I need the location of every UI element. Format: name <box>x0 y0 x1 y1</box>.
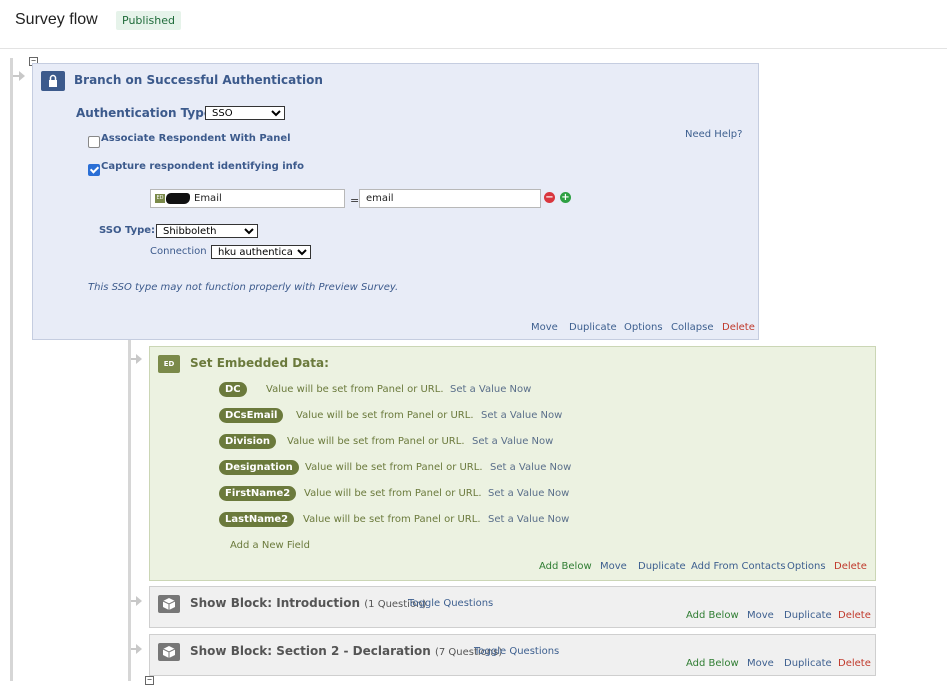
toggle-questions-link[interactable]: Toggle Questions <box>408 598 493 609</box>
embedded-data-title: Set Embedded Data: <box>190 356 329 370</box>
equals-sign: = <box>350 194 360 207</box>
sso-preview-note: This SSO type may not function properly … <box>88 282 399 293</box>
set-value-link[interactable]: Set a Value Now <box>481 410 562 421</box>
delete-button[interactable]: Delete <box>838 658 871 669</box>
block-element-introduction: Show Block: Introduction (1 Question) To… <box>149 586 876 628</box>
duplicate-button[interactable]: Duplicate <box>569 322 617 333</box>
flow-arrow-icon <box>136 596 142 606</box>
block-element-section-2: Show Block: Section 2 - Declaration (7 Q… <box>149 634 876 676</box>
move-button[interactable]: Move <box>747 610 774 621</box>
capture-info-checkbox[interactable] <box>88 164 100 176</box>
field-pill[interactable]: Division <box>219 434 277 449</box>
flow-arrow-icon <box>136 354 142 364</box>
set-value-link[interactable]: Set a Value Now <box>450 384 531 395</box>
block-cube-icon <box>158 595 180 613</box>
connection-label: Connection <box>150 246 207 257</box>
add-below-button[interactable]: Add Below <box>686 610 739 621</box>
flow-arrow-icon <box>19 71 25 81</box>
associate-panel-label: Associate Respondent With Panel <box>101 133 291 144</box>
page-title: Survey flow <box>15 11 98 28</box>
flow-arrow-icon <box>136 644 142 654</box>
identifier-source-field[interactable]: ED Email <box>150 189 345 208</box>
auth-branch-title: Branch on Successful Authentication <box>74 73 323 87</box>
set-value-link[interactable]: Set a Value Now <box>490 462 571 473</box>
field-value-text: Value will be set from Panel or URL. <box>305 462 483 473</box>
duplicate-button[interactable]: Duplicate <box>784 658 832 669</box>
toggle-questions-link[interactable]: Toggle Questions <box>474 646 559 657</box>
identifier-target-text: email <box>366 193 394 204</box>
duplicate-button[interactable]: Duplicate <box>638 561 686 572</box>
block-title: Show Block: Introduction (1 Question) <box>190 596 426 610</box>
field-value-text: Value will be set from Panel or URL. <box>266 384 444 395</box>
page-header: Survey flow Published <box>0 0 947 49</box>
identifier-target-field[interactable]: email <box>359 189 541 208</box>
auth-branch-element: Branch on Successful Authentication Auth… <box>32 63 759 340</box>
auth-type-select[interactable]: SSO <box>205 106 285 120</box>
block-title-text: Show Block: Introduction <box>190 596 361 610</box>
capture-info-label: Capture respondent identifying info <box>101 161 304 172</box>
embedded-data-icon: ED <box>158 355 180 373</box>
set-value-link[interactable]: Set a Value Now <box>488 514 569 525</box>
block-cube-icon <box>158 643 180 661</box>
add-below-button[interactable]: Add Below <box>686 658 739 669</box>
connection-select[interactable]: hku authenticator <box>211 245 311 259</box>
collapse-button[interactable]: Collapse <box>671 322 714 333</box>
delete-button[interactable]: Delete <box>838 610 871 621</box>
sso-type-select[interactable]: Shibboleth <box>156 224 258 238</box>
set-value-link[interactable]: Set a Value Now <box>488 488 569 499</box>
move-button[interactable]: Move <box>747 658 774 669</box>
flow-line-branch <box>128 339 131 681</box>
field-value-text: Value will be set from Panel or URL. <box>304 488 482 499</box>
identifier-source-text: Email <box>194 193 222 204</box>
lock-icon <box>41 71 65 91</box>
field-pill[interactable]: DC <box>219 382 247 397</box>
set-value-link[interactable]: Set a Value Now <box>472 436 553 447</box>
minus-circle-icon[interactable]: − <box>544 192 555 203</box>
associate-panel-checkbox[interactable] <box>88 136 100 148</box>
field-value-text: Value will be set from Panel or URL. <box>287 436 465 447</box>
plus-circle-icon[interactable]: + <box>560 192 571 203</box>
duplicate-button[interactable]: Duplicate <box>784 610 832 621</box>
move-button[interactable]: Move <box>531 322 558 333</box>
field-value-text: Value will be set from Panel or URL. <box>303 514 481 525</box>
field-pill[interactable]: LastName2 <box>219 512 295 527</box>
field-pill[interactable]: Designation <box>219 460 299 475</box>
add-below-button[interactable]: Add Below <box>539 561 592 572</box>
status-badge: Published <box>116 11 181 30</box>
add-from-contacts-button[interactable]: Add From Contacts <box>691 561 786 572</box>
embedded-data-element: ED Set Embedded Data: DC Value will be s… <box>149 346 876 581</box>
move-button[interactable]: Move <box>600 561 627 572</box>
options-button[interactable]: Options <box>787 561 826 572</box>
field-value-text: Value will be set from Panel or URL. <box>296 410 474 421</box>
redacted-mark <box>166 193 190 204</box>
field-pill[interactable]: FirstName2 <box>219 486 297 501</box>
need-help-link[interactable]: Need Help? <box>685 129 742 140</box>
block-title-text: Show Block: Section 2 - Declaration <box>190 644 431 658</box>
field-pill[interactable]: DCsEmail <box>219 408 284 423</box>
delete-button[interactable]: Delete <box>834 561 867 572</box>
add-new-field-link[interactable]: Add a New Field <box>230 540 310 551</box>
auth-type-label: Authentication Type: <box>76 106 217 120</box>
flow-line-root <box>10 58 13 681</box>
block-title: Show Block: Section 2 - Declaration (7 Q… <box>190 644 502 658</box>
options-button[interactable]: Options <box>624 322 663 333</box>
sso-type-label: SSO Type: <box>99 225 156 236</box>
embedded-data-icon: ED <box>155 194 165 203</box>
delete-button[interactable]: Delete <box>722 322 755 333</box>
